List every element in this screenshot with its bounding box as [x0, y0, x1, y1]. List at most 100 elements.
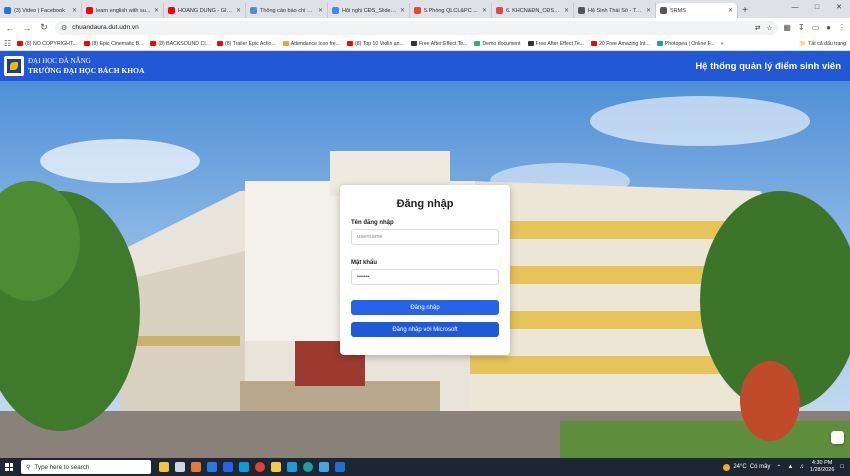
document-icon: [250, 7, 257, 14]
bookmark-item[interactable]: (8) BACKSOUND CI...: [150, 41, 210, 47]
close-tab-icon[interactable]: ✕: [482, 7, 487, 14]
slides-icon: [332, 7, 339, 14]
bookmark-icon: [474, 41, 481, 46]
bookmark-item[interactable]: (8) NO COPYRIGHT...: [17, 41, 77, 47]
back-arrow-icon[interactable]: ←: [4, 23, 16, 33]
app-icon-1[interactable]: [191, 462, 201, 472]
address-bar[interactable]: ⚙ chuandaura.dut.udn.vn ⇄ ☆: [55, 20, 779, 35]
app-icon-3[interactable]: [223, 462, 233, 472]
new-tab-button[interactable]: +: [738, 3, 752, 18]
windows-logo-icon: [5, 463, 13, 471]
app-icon-2[interactable]: [207, 462, 217, 472]
all-bookmarks-label: Tất cả dấu trang: [808, 40, 846, 47]
bookmark-label: (8) Top 10 Violin an...: [355, 40, 404, 47]
microsoft-login-button[interactable]: Đăng nhập với Microsoft: [351, 322, 499, 337]
window-controls: — □ ✕: [784, 0, 850, 14]
copilot-icon[interactable]: [159, 462, 169, 472]
task-view-icon[interactable]: [175, 462, 185, 472]
username-input[interactable]: [351, 229, 499, 245]
file-explorer-icon[interactable]: [271, 462, 281, 472]
clock-time: 4:30 PM: [811, 460, 833, 466]
browser-tab[interactable]: SRMS ✕: [656, 3, 738, 18]
bookmark-star-icon[interactable]: ☆: [767, 24, 773, 32]
system-tray: 24°C Có mây ⌃ ▲ ♫ 4:30 PM 1/28/2026 □: [723, 460, 850, 474]
weather-desc: Có mây: [749, 464, 771, 470]
bookmark-item[interactable]: Demo document: [474, 41, 521, 47]
password-input[interactable]: [351, 269, 499, 285]
youtube-icon: [168, 7, 175, 14]
minimize-icon[interactable]: —: [784, 0, 806, 14]
system-title: Hệ thống quản lý điểm sinh viên: [695, 60, 841, 72]
app-icon-4[interactable]: [239, 462, 249, 472]
close-window-icon[interactable]: ✕: [828, 0, 850, 14]
clock[interactable]: 4:30 PM 1/28/2026: [810, 460, 834, 474]
close-tab-icon[interactable]: ✕: [154, 7, 159, 14]
browser-tab[interactable]: (3) Video | Facebook ✕: [0, 3, 82, 18]
bookmark-item[interactable]: (8) Top 10 Violin an...: [347, 41, 404, 47]
weather-widget[interactable]: 24°C Có mây: [723, 463, 771, 471]
page-icon: [578, 7, 585, 14]
download-icon[interactable]: ↧: [798, 23, 805, 32]
bookmark-label: (8) Epic Cinematic B...: [91, 40, 144, 47]
volume-icon[interactable]: ♫: [799, 464, 804, 470]
browser-tab[interactable]: Hệ Sinh Thái Số - Trư... ✕: [574, 3, 656, 18]
browser-tab[interactable]: 5.Phòng QLCL&PC ... ✕: [410, 3, 492, 18]
bookmarks-bar: ☷ (8) NO COPYRIGHT... (8) Epic Cinematic …: [0, 37, 850, 51]
taskbar-search[interactable]: ⚲ Type here to search: [21, 460, 151, 474]
web-page: ĐẠI HỌC ĐÀ NẴNG TRƯỜNG ĐẠI HỌC BÁCH KHOA…: [0, 51, 850, 458]
university-line1: ĐẠI HỌC ĐÀ NẴNG: [28, 57, 91, 65]
browser-tab[interactable]: learn english with su... ✕: [82, 3, 164, 18]
apps-grid-icon[interactable]: ☷: [4, 39, 11, 48]
taskbar-search-placeholder: Type here to search: [34, 463, 90, 471]
browser-tab[interactable]: Hội nghị CĐS_Slides... ✕: [328, 3, 410, 18]
close-tab-icon[interactable]: ✕: [318, 7, 323, 14]
bookmark-item[interactable]: (8) Epic Cinematic B...: [83, 40, 144, 47]
bookmark-item[interactable]: (8) Trailer Epic Actio...: [216, 40, 276, 47]
close-tab-icon[interactable]: ✕: [564, 7, 569, 14]
bookmark-item[interactable]: Free After Effect Te...: [410, 41, 467, 47]
browser-tab[interactable]: Thông cáo báo chí C... ✕: [246, 3, 328, 18]
university-logo: [4, 56, 24, 76]
forward-arrow-icon[interactable]: →: [21, 23, 33, 33]
network-icon[interactable]: ▲: [787, 464, 793, 470]
sidepanel-icon[interactable]: ▭: [812, 23, 820, 32]
close-tab-icon[interactable]: ✕: [400, 7, 405, 14]
tab-title: SRMS: [670, 7, 686, 14]
close-tab-icon[interactable]: ✕: [72, 7, 77, 14]
bookmark-item[interactable]: 20 Free Amazing Int...: [591, 41, 650, 47]
login-card: Đăng nhập Tên đăng nhập Mật khẩu Đăng nh…: [340, 185, 510, 355]
extensions-icon[interactable]: ▦: [783, 23, 791, 32]
bookmark-item[interactable]: Photopea | Online F...: [656, 41, 715, 47]
app-icon-6[interactable]: [319, 462, 329, 472]
bookmark-icon: [591, 41, 598, 46]
all-bookmarks[interactable]: 📁 Tất cả dấu trang: [800, 41, 846, 47]
browser-tab[interactable]: HOÀNG DŨNG - GIỮ ... ✕: [164, 3, 246, 18]
site-info-icon[interactable]: ⚙: [61, 24, 67, 32]
tray-chevron-icon[interactable]: ⌃: [776, 464, 781, 471]
close-tab-icon[interactable]: ✕: [646, 7, 651, 14]
reload-icon[interactable]: ↻: [38, 22, 50, 33]
outlook-icon[interactable]: [335, 462, 345, 472]
maximize-icon[interactable]: □: [806, 0, 828, 14]
start-button[interactable]: [0, 458, 18, 476]
login-button[interactable]: Đăng nhập: [351, 300, 499, 315]
translate-icon[interactable]: ⇄: [755, 24, 760, 32]
chrome-icon[interactable]: [255, 462, 265, 472]
bookmark-icon: [282, 41, 289, 46]
browser-tab[interactable]: 6. KHCN&ĐN_CĐS N... ✕: [492, 3, 574, 18]
bookmark-item[interactable]: Attendance Icon fre...: [282, 41, 340, 47]
notifications-icon[interactable]: □: [840, 464, 844, 470]
chat-widget-icon[interactable]: [831, 431, 844, 444]
menu-dots-icon[interactable]: ⋮: [838, 23, 846, 32]
facebook-icon: [4, 7, 11, 14]
bookmark-item[interactable]: Free After Effect Te...: [527, 41, 584, 47]
close-tab-icon[interactable]: ✕: [236, 7, 241, 14]
profile-icon[interactable]: ●: [826, 23, 831, 32]
app-icon-5[interactable]: [287, 462, 297, 472]
edge-icon[interactable]: [303, 462, 313, 472]
bookmark-label: (8) Trailer Epic Actio...: [224, 40, 276, 47]
close-tab-icon[interactable]: ✕: [728, 7, 733, 14]
login-title: Đăng nhập: [396, 198, 454, 210]
more-bookmarks-icon[interactable]: »: [721, 41, 724, 47]
bookmark-icon: [347, 41, 354, 46]
